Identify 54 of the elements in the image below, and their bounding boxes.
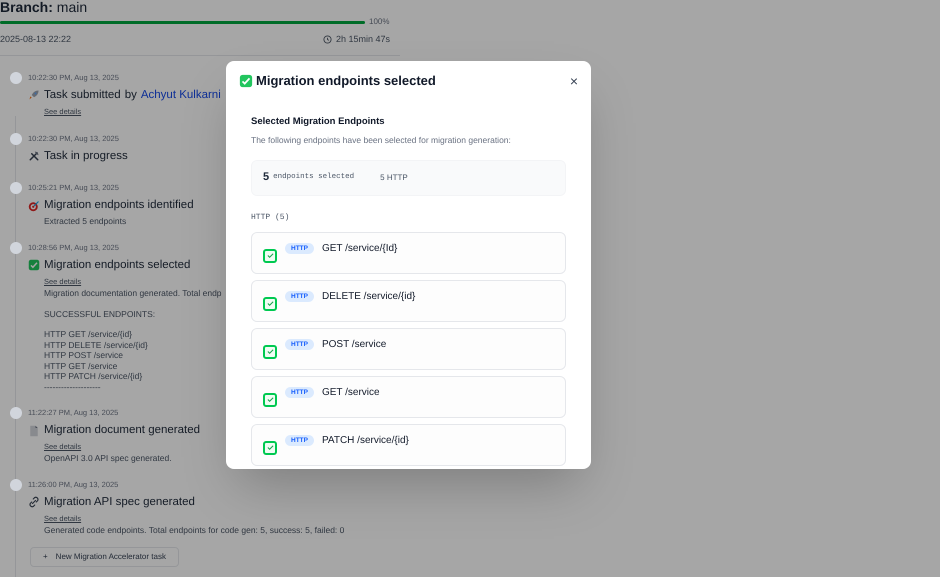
endpoint-path: GET /service/{Id}	[322, 242, 398, 256]
section-title: Selected Migration Endpoints	[251, 114, 386, 128]
checkmark-icon	[266, 444, 274, 451]
by-text: by	[124, 88, 137, 102]
event-description: Extracted 5 endpoints	[44, 216, 128, 227]
event-description: HTTP PATCH /service/{id}	[44, 371, 144, 382]
progress-percent: 100%	[369, 16, 390, 28]
endpoint-checkbox[interactable]	[263, 344, 277, 358]
endpoint-checkbox[interactable]	[263, 296, 277, 310]
event-description: --------------------	[44, 382, 102, 392]
event-description: HTTP DELETE /service/{id}	[44, 340, 149, 350]
event-title: Migration API spec generated	[44, 494, 195, 510]
endpoint-path: POST /service	[322, 338, 386, 352]
endpoint-path: GET /service	[322, 386, 380, 400]
tools-icon	[28, 150, 40, 162]
event-title: Migration endpoints selected	[44, 258, 190, 273]
group-label: HTTP (5)	[251, 212, 290, 224]
checkmark-icon	[266, 348, 274, 355]
checkmark-icon	[266, 300, 274, 307]
author-link[interactable]: Achyut Kulkarni	[140, 86, 221, 104]
checkmark-icon	[266, 252, 274, 259]
check-icon	[28, 259, 40, 272]
event-title: Migration document generated	[44, 423, 200, 438]
http-count: 5 HTTP	[380, 172, 408, 184]
document-icon	[28, 424, 40, 437]
endpoint-path: PATCH /service/{id}	[322, 434, 409, 448]
event-description: OpenAPI 3.0 API spec generated.	[44, 453, 173, 464]
event-description: Migration documentation generated. Total endp	[44, 288, 222, 298]
check-icon	[239, 74, 253, 88]
endpoint-path: DELETE /service/{id}	[322, 290, 416, 304]
new-task-button[interactable]: + New Migration Accelerator task	[30, 546, 179, 566]
endpoint-checkbox[interactable]	[263, 440, 277, 454]
modal-title: Migration endpoints selected	[256, 72, 436, 90]
target-icon	[28, 200, 40, 212]
link-icon	[28, 496, 40, 508]
rocket-icon	[28, 89, 40, 102]
event-title: Task submitted	[44, 88, 121, 102]
event-title: Migration endpoints identified	[44, 198, 194, 213]
event-description: HTTP GET /service/{id}	[44, 329, 134, 340]
endpoint-checkbox[interactable]	[263, 248, 277, 262]
checkmark-icon	[266, 396, 274, 403]
branch-title: Branch: main	[0, 0, 88, 14]
clock-icon	[322, 35, 332, 44]
selected-count: 5	[263, 170, 270, 186]
section-description: The following endpoints have been selected for migration generation:	[251, 134, 512, 146]
close-button[interactable]: ×	[570, 74, 578, 88]
event-title: Task in progress	[44, 148, 128, 164]
event-description: HTTP GET /service	[44, 360, 118, 371]
duration-text: 2h 15min 47s	[336, 33, 390, 46]
event-description: HTTP POST /service	[44, 350, 124, 360]
date-text: 2025-08-13 22:22	[0, 33, 72, 46]
endpoint-checkbox[interactable]	[263, 392, 277, 406]
event-description: SUCCESSFUL ENDPOINTS:	[44, 308, 156, 319]
event-description: Generated code endpoints. Total endpoints for code gen: 5, success: 5, failed: 0	[44, 525, 344, 536]
